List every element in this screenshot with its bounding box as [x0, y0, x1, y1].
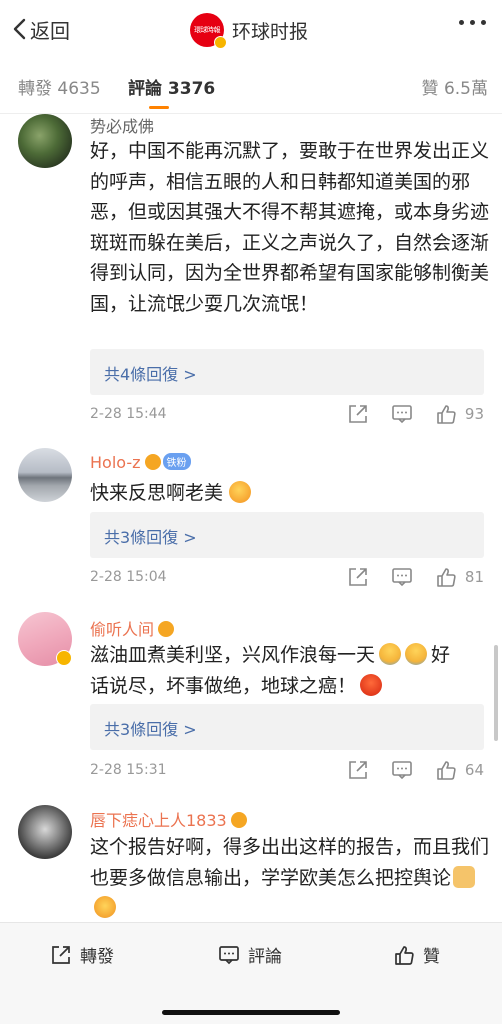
shocked-emoji-icon: [94, 896, 116, 918]
home-indicator[interactable]: [162, 1010, 340, 1015]
brand-logo[interactable]: 環球時報: [190, 13, 227, 49]
comment-actions: 64: [325, 759, 484, 781]
comment-time: 2-28 15:44: [90, 406, 167, 422]
verified-badge-icon: [56, 650, 72, 666]
like-label: 贊: [423, 947, 440, 967]
replies-link[interactable]: 共3條回復 >: [90, 704, 484, 750]
tab-comments[interactable]: 評論 3376: [128, 74, 215, 99]
like-count: 81: [464, 568, 484, 586]
comment-label: 評論: [248, 947, 282, 967]
account-name[interactable]: 环球时报: [232, 17, 308, 44]
like-icon[interactable]: [435, 403, 457, 425]
comment-button[interactable]: 評論: [218, 942, 282, 967]
top-nav-bar: 返回 環球時報 环球时报: [0, 0, 502, 58]
comment-text: 这个报告好啊，得多出出这样的报告，而且我们也要多做信息输出，学学欧美怎么把控舆论: [90, 832, 490, 924]
account-header[interactable]: 環球時報 环球时报: [190, 13, 308, 49]
active-tab-indicator: [149, 106, 169, 109]
avatar[interactable]: [18, 448, 72, 502]
comment-username[interactable]: 偷听人间: [90, 616, 175, 640]
comment-text-line1-end: 好: [431, 644, 451, 666]
share-icon[interactable]: [347, 759, 369, 781]
bottom-action-bar: 轉發 評論 贊: [0, 922, 502, 1024]
comment-text: 滋油皿煮美利坚，兴风作浪每一天 好 话说尽，坏事做绝，地球之癌！: [90, 640, 490, 701]
like-count: 93: [464, 405, 484, 423]
shrug-emoji-icon: [379, 643, 402, 665]
more-options-icon[interactable]: [459, 20, 486, 25]
comment-time: 2-28 15:31: [90, 762, 167, 778]
comment-actions: 81: [325, 566, 484, 588]
comment-text-line1: 滋油皿煮美利坚，兴风作浪每一天: [90, 644, 376, 666]
comment-text-line2: 话说尽，坏事做绝，地球之癌！: [90, 674, 357, 697]
avatar[interactable]: [18, 114, 72, 168]
back-button[interactable]: 返回: [12, 14, 70, 44]
back-label: 返回: [30, 18, 70, 43]
avatar[interactable]: [18, 805, 72, 859]
username-text: Holo-z: [90, 453, 141, 472]
repost-icon: [52, 945, 70, 964]
share-icon[interactable]: [347, 566, 369, 588]
shrug-emoji-icon: [405, 643, 428, 665]
replies-label: 共4條回復 >: [104, 365, 197, 384]
like-button[interactable]: 贊: [393, 942, 440, 967]
like-count: 64: [464, 761, 484, 779]
repost-label: 轉發: [80, 947, 114, 967]
repost-button[interactable]: 轉發: [50, 942, 114, 967]
angry-emoji-icon: [360, 673, 383, 696]
tab-reposts[interactable]: 轉發 4635: [18, 74, 101, 99]
comment-actions: 93: [325, 403, 484, 425]
tab-likes[interactable]: 贊 6.5萬: [422, 74, 488, 99]
comment-time: 2-28 15:04: [90, 569, 167, 585]
replies-label: 共3條回復 >: [104, 528, 197, 547]
comment-text: 好，中国不能再沉默了，要敢于在世界发出正义的呼声，相信五眼的人和日韩都知道美国的…: [90, 140, 490, 315]
username-text: 偷听人间: [90, 620, 155, 639]
replies-link[interactable]: 共4條回復 >: [90, 349, 484, 395]
comment-username[interactable]: Holo-z 铁粉: [90, 453, 191, 472]
thumbs-up-emoji-icon: [453, 865, 476, 888]
interaction-tabs: 轉發 4635 評論 3376 贊 6.5萬: [0, 58, 502, 114]
replies-link[interactable]: 共3條回復 >: [90, 512, 484, 558]
medal-icon: [230, 812, 247, 828]
brand-logo-text: 環球時報: [194, 26, 221, 34]
comment-username[interactable]: 势必成佛: [90, 113, 154, 137]
share-icon[interactable]: [347, 403, 369, 425]
comment-text-content: 快来反思啊老美: [90, 482, 224, 504]
medal-icon: [158, 621, 175, 637]
scrollbar[interactable]: [494, 645, 498, 741]
comment-text: 快来反思啊老美: [90, 478, 490, 509]
comment-text-content: 这个报告好啊，得多出出这样的报告，而且我们也要多做信息输出，学学欧美怎么把控舆论: [90, 836, 490, 889]
verified-badge-icon: [214, 36, 227, 49]
comment-username[interactable]: 唇下痣心上人1833: [90, 807, 247, 831]
fan-badge: 铁粉: [162, 453, 191, 470]
laughing-emoji-icon: [229, 481, 252, 503]
comment-icon: [219, 945, 239, 964]
like-icon[interactable]: [435, 566, 457, 588]
comment-icon[interactable]: [391, 403, 413, 425]
like-icon[interactable]: [435, 759, 457, 781]
avatar[interactable]: [18, 612, 72, 666]
chevron-left-icon: [13, 18, 26, 40]
medal-icon: [144, 454, 161, 470]
username-text: 唇下痣心上人1833: [90, 811, 227, 830]
comment-icon[interactable]: [391, 759, 413, 781]
replies-label: 共3條回復 >: [104, 720, 197, 739]
comment-icon[interactable]: [391, 566, 413, 588]
like-icon: [395, 945, 414, 965]
